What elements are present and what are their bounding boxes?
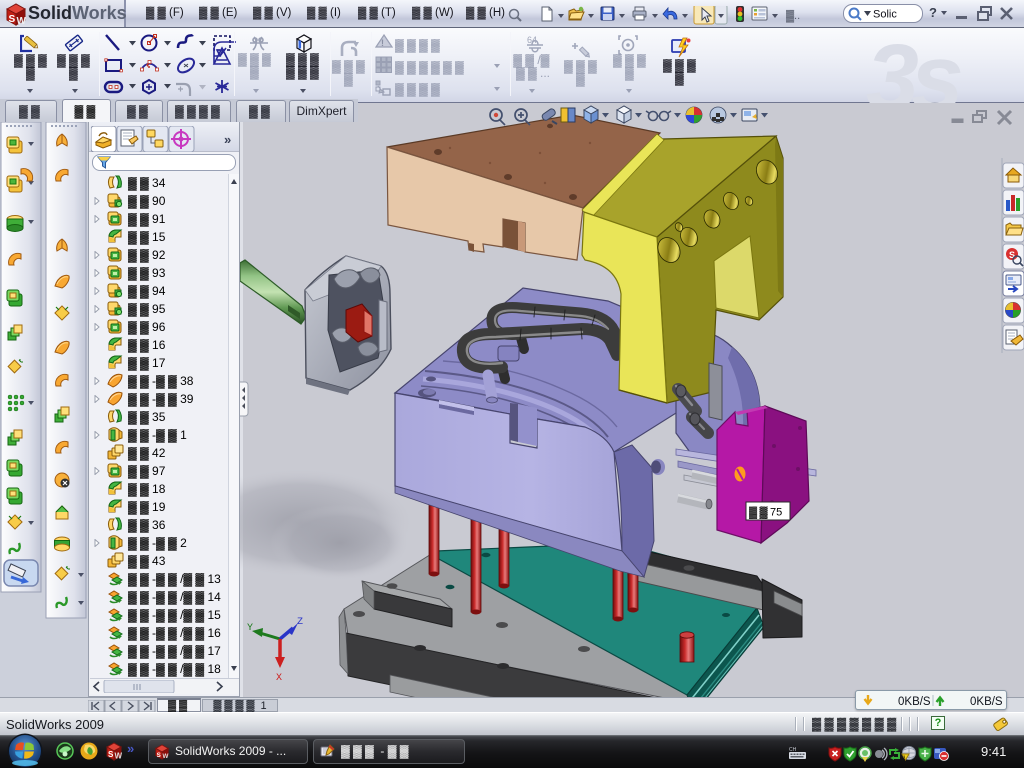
svg-text:S: S	[9, 14, 16, 25]
svg-text:S: S	[157, 752, 161, 759]
svg-text:S: S	[108, 750, 114, 759]
svg-text:!: !	[381, 38, 384, 48]
svg-text:0KB/S: 0KB/S	[970, 696, 1003, 708]
svg-text:W: W	[115, 752, 123, 761]
svg-text:W: W	[162, 753, 168, 760]
svg-text:▓..: ▓..	[786, 9, 800, 23]
svg-text:Solic: Solic	[873, 9, 897, 21]
svg-text:»: »	[127, 741, 134, 756]
svg-text:X: X	[276, 673, 282, 684]
svg-text:W: W	[17, 16, 27, 26]
svg-text:»: »	[224, 132, 231, 147]
svg-text:▓▓75: ▓▓75	[749, 506, 782, 520]
svg-text:!: !	[904, 756, 905, 762]
svg-text:0KB/S: 0KB/S	[898, 696, 931, 708]
svg-text:S: S	[1009, 250, 1015, 260]
svg-text:Y: Y	[247, 623, 253, 634]
svg-text:Z: Z	[297, 617, 303, 628]
